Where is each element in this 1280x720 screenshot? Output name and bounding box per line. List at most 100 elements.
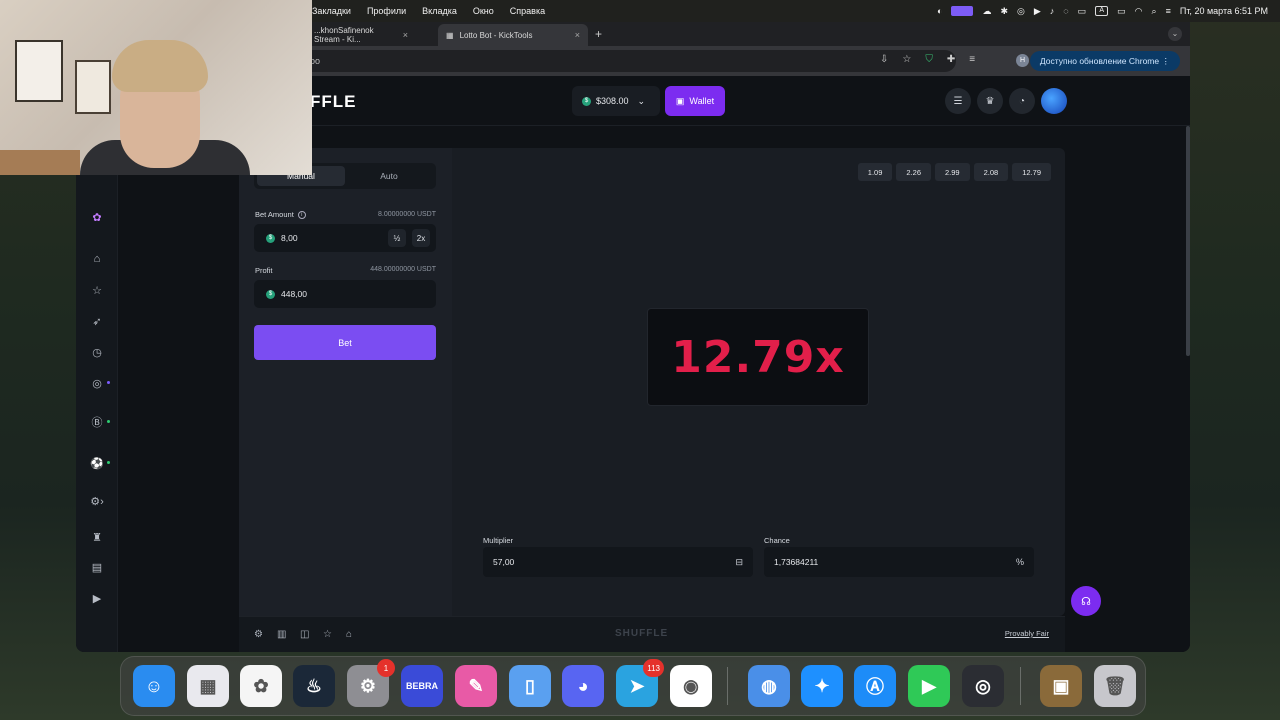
battery-icon[interactable]: ▭: [1117, 6, 1126, 17]
page-scrollbar[interactable]: [1186, 126, 1190, 356]
menu-window[interactable]: Окно: [473, 6, 494, 16]
history-chip[interactable]: 2.26: [896, 163, 931, 181]
clock-datetime[interactable]: Пт, 20 марта 6:51 PM: [1180, 6, 1268, 16]
dock-app-obs[interactable]: ◎: [962, 665, 1004, 707]
notes-icon[interactable]: ☰: [945, 88, 971, 114]
chart-icon[interactable]: ◫: [300, 629, 309, 640]
status-icon[interactable]: ◐: [937, 6, 942, 16]
volume-icon[interactable]: ♪: [1050, 6, 1055, 16]
multiplier-input[interactable]: 57,00 ⊟: [483, 547, 753, 577]
dock-app-trash[interactable]: 🗑: [1094, 665, 1136, 707]
profile-avatar[interactable]: H: [1016, 54, 1029, 67]
shield-icon[interactable]: ⛉: [925, 54, 933, 65]
usdt-coin-icon: $: [266, 233, 275, 243]
rocket-icon[interactable]: ➶: [86, 310, 108, 332]
dock-app-simulator[interactable]: ▯: [509, 665, 551, 707]
bet-amount-value: 8,00: [281, 233, 298, 243]
sports-icon[interactable]: Ⓑ: [86, 411, 110, 433]
more-icon: ⋮: [1161, 56, 1171, 66]
dock-app-facetime[interactable]: ▶: [908, 665, 950, 707]
dock-app-launchpad[interactable]: ▦: [187, 665, 229, 707]
dock-app-bebra[interactable]: BEBRA: [401, 665, 443, 707]
url-field[interactable]: oo: [236, 50, 956, 72]
dock-app-safari[interactable]: ✦: [801, 665, 843, 707]
search-icon[interactable]: ⌕: [1152, 6, 1157, 17]
dock-app-finder[interactable]: ☺: [133, 665, 175, 707]
screen-record-icon[interactable]: [951, 6, 974, 16]
dock-app-chrome[interactable]: ◉: [670, 665, 712, 707]
app-icon: ♨: [305, 675, 323, 696]
dock-app-telegram[interactable]: ➤ 113: [616, 659, 664, 707]
chrome-update-button[interactable]: Доступно обновление Chrome ⋮: [1029, 51, 1180, 71]
bookmark-star-icon[interactable]: ☆: [902, 54, 911, 65]
bet-amount-input[interactable]: $ 8,00 ½ 2x: [254, 224, 436, 252]
history-chip[interactable]: 12.79: [1012, 163, 1051, 181]
dock-app-discord[interactable]: ◕: [562, 665, 604, 707]
history-chip[interactable]: 1.09: [857, 163, 893, 181]
close-icon[interactable]: ×: [403, 30, 408, 40]
tab-stream[interactable]: ...khonSafinenok Stream - Ki... ×: [306, 24, 416, 46]
status-icon[interactable]: ☁: [982, 6, 991, 17]
menu-tab[interactable]: Вкладка: [422, 6, 457, 16]
casino-icon[interactable]: ◎: [86, 372, 110, 394]
chance-input[interactable]: 1,73684211 %: [764, 547, 1034, 577]
control-center-icon[interactable]: ≡: [1166, 6, 1171, 16]
history-chip[interactable]: 2.99: [935, 163, 970, 181]
dock-app-pages[interactable]: ✎: [455, 665, 497, 707]
grid-icon: ▦: [446, 30, 454, 40]
status-icon[interactable]: ◌: [1063, 6, 1068, 16]
chat-icon[interactable]: ◔: [1009, 88, 1035, 114]
tab-lotto-bot[interactable]: ▦ Lotto Bot - KickTools ×: [438, 24, 588, 46]
wallet-button[interactable]: ▣ Wallet: [665, 86, 725, 116]
dock-app-folder[interactable]: ▣: [1040, 665, 1082, 707]
soccer-icon[interactable]: ⚽: [86, 452, 110, 474]
close-icon[interactable]: ×: [575, 30, 580, 40]
dock-app-app-store[interactable]: Ⓐ: [854, 665, 896, 707]
menu-profiles[interactable]: Профили: [367, 6, 406, 16]
app-icon: ✎: [468, 675, 484, 696]
menu-bookmarks[interactable]: Закладки: [312, 6, 351, 16]
dock-app-steam[interactable]: ♨: [293, 665, 335, 707]
vip-crown-icon[interactable]: ♛: [977, 88, 1003, 114]
input-source-icon[interactable]: A: [1095, 6, 1109, 16]
settings-icon[interactable]: ⚙: [254, 629, 263, 640]
gamepad-icon[interactable]: ♜: [86, 526, 108, 548]
dock-app-system-settings[interactable]: ⚙ 1: [347, 659, 395, 707]
half-button[interactable]: ½: [388, 229, 406, 247]
double-button[interactable]: 2x: [412, 229, 430, 247]
history-clock-icon[interactable]: ◷: [86, 341, 108, 363]
dock-app-photos[interactable]: ✿: [240, 665, 282, 707]
wifi-icon[interactable]: ◠: [1135, 6, 1143, 17]
support-chat-button[interactable]: ☊: [1071, 586, 1101, 616]
swap-icon[interactable]: ⊟: [735, 557, 753, 568]
lock-icon[interactable]: ⌂: [346, 629, 352, 640]
history-chip[interactable]: 2.08: [973, 163, 1009, 181]
dock-app-tasks[interactable]: ◍: [748, 665, 790, 707]
display-icon[interactable]: ▭: [1078, 6, 1087, 17]
chevron-down-icon[interactable]: ⌄: [1168, 27, 1182, 41]
shuffle-brand-icon[interactable]: ✿: [86, 206, 108, 228]
tab-auto[interactable]: Auto: [345, 166, 433, 186]
favorite-star-icon[interactable]: ☆: [323, 629, 332, 640]
user-avatar[interactable]: [1041, 88, 1067, 114]
stats-bars-icon[interactable]: ▥: [277, 629, 286, 640]
menu-help[interactable]: Справка: [510, 6, 545, 16]
info-icon[interactable]: i: [297, 210, 306, 219]
new-tab-button[interactable]: +: [595, 27, 602, 41]
play-circle-icon[interactable]: ▶: [86, 587, 108, 609]
install-icon[interactable]: ⇩: [880, 54, 888, 65]
balance-selector[interactable]: $ $308.00 ⌄: [572, 86, 660, 116]
home-icon[interactable]: ⌂: [86, 248, 108, 270]
wallet-stack-icon[interactable]: ▤: [86, 556, 108, 578]
provably-fair-link[interactable]: Provably Fair: [1005, 629, 1049, 638]
bet-button[interactable]: Bet: [254, 325, 436, 360]
site-logo[interactable]: FFLE: [310, 92, 357, 112]
favorites-star-icon[interactable]: ☆: [86, 279, 108, 301]
media-icon[interactable]: ≡: [969, 54, 975, 65]
status-icon[interactable]: ◎: [1017, 6, 1025, 17]
settings-expand-icon[interactable]: ⚙›: [86, 490, 108, 512]
play-icon[interactable]: ▶: [1034, 6, 1041, 17]
app-icon: ✦: [814, 675, 830, 696]
extensions-icon[interactable]: ✚: [947, 54, 955, 65]
bluetooth-icon[interactable]: ✱: [1000, 6, 1008, 17]
